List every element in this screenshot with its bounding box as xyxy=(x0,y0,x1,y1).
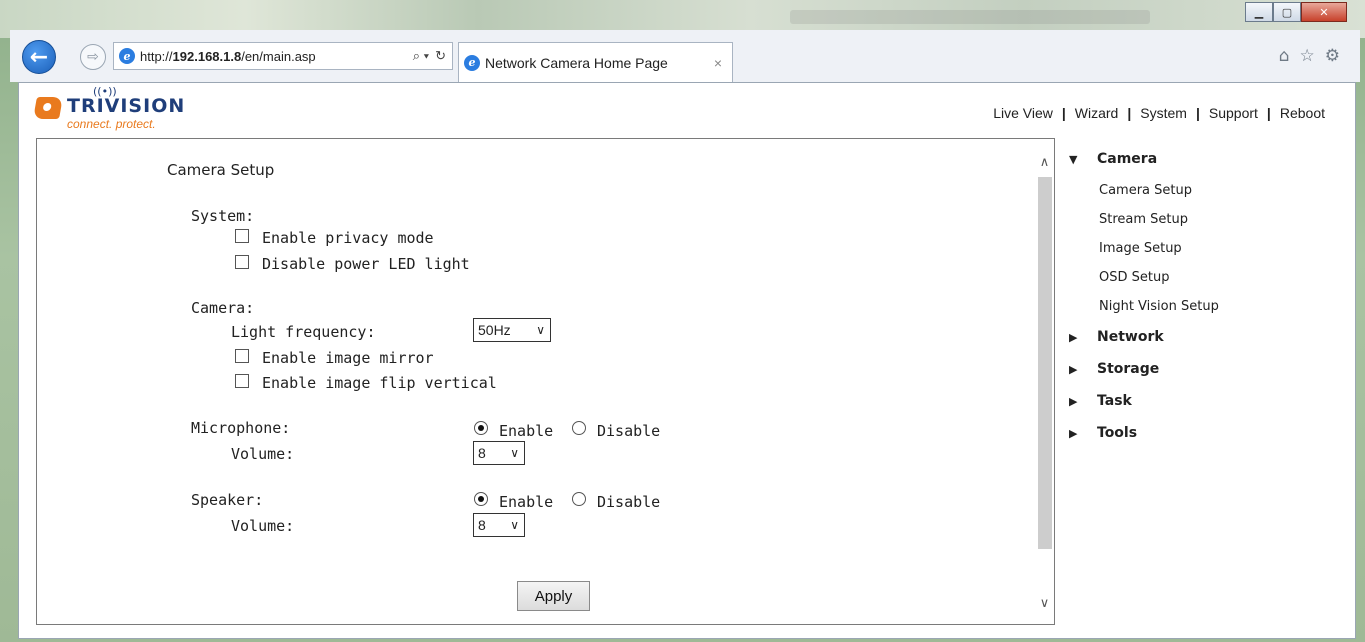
camera-setup-form: Camera Setup System: Enable privacy mode… xyxy=(37,139,1037,624)
brand-tagline: connect. protect. xyxy=(67,117,156,131)
close-window-button[interactable]: ✕ xyxy=(1301,2,1347,22)
maximize-button[interactable]: ▢ xyxy=(1273,2,1301,22)
image-flip-checkbox[interactable] xyxy=(235,374,249,388)
scroll-thumb[interactable] xyxy=(1038,177,1052,549)
image-mirror-checkbox[interactable] xyxy=(235,349,249,363)
back-button[interactable]: ← xyxy=(22,40,56,74)
speaker-section-label: Speaker: xyxy=(191,491,264,509)
sidebar-item-image-setup[interactable]: Image Setup xyxy=(1099,241,1182,256)
background-window-title xyxy=(790,10,1150,24)
apply-button[interactable]: Apply xyxy=(517,581,590,611)
collapsed-arrow-icon: ▶ xyxy=(1069,362,1078,376)
ie-logo-icon: e xyxy=(119,48,135,64)
microphone-disable-label: Disable xyxy=(597,422,661,440)
ie-tab-icon: e xyxy=(464,54,480,71)
microphone-enable-radio[interactable] xyxy=(474,421,488,435)
nav-separator: | xyxy=(1266,105,1271,121)
power-led-label: Disable power LED light xyxy=(262,255,470,273)
page-viewport: ((•)) TRIVISION connect. protect. Live V… xyxy=(18,82,1356,639)
refresh-icon[interactable]: ↻ xyxy=(435,48,446,64)
sidebar-section-task[interactable]: ▶ Task xyxy=(1069,393,1132,409)
microphone-volume-value: 8 xyxy=(478,445,486,461)
speaker-volume-select[interactable]: 8 ∨ xyxy=(473,513,525,537)
chevron-down-icon: ∨ xyxy=(510,518,519,532)
scroll-up-icon[interactable]: ∧ xyxy=(1035,151,1054,173)
address-bar[interactable]: e http://192.168.1.8/en/main.asp ⌕ ▾ ↻ xyxy=(113,42,453,70)
image-flip-label: Enable image flip vertical xyxy=(262,374,497,392)
sidebar-section-label: Tools xyxy=(1097,425,1138,441)
sidebar-item-night-vision-setup[interactable]: Night Vision Setup xyxy=(1099,299,1219,314)
nav-live-view[interactable]: Live View xyxy=(993,105,1053,121)
microphone-disable-radio[interactable] xyxy=(572,421,586,435)
sidebar-item-camera-setup[interactable]: Camera Setup xyxy=(1099,183,1192,198)
url-prefix: http:// xyxy=(140,48,173,64)
chevron-down-icon: ∨ xyxy=(510,446,519,460)
sidebar-section-label: Storage xyxy=(1097,361,1160,377)
microphone-section-label: Microphone: xyxy=(191,419,291,437)
sidebar-section-label: Task xyxy=(1097,393,1132,409)
collapsed-arrow-icon: ▶ xyxy=(1069,426,1078,440)
browser-chrome: ← ⇨ e http://192.168.1.8/en/main.asp ⌕ ▾… xyxy=(10,30,1360,82)
microphone-volume-label: Volume: xyxy=(231,445,295,463)
sidebar-section-label: Network xyxy=(1097,329,1164,345)
microphone-enable-label: Enable xyxy=(499,422,554,440)
nav-support[interactable]: Support xyxy=(1209,105,1258,121)
speaker-volume-label: Volume: xyxy=(231,517,295,535)
sidebar-section-network[interactable]: ▶ Network xyxy=(1069,329,1164,345)
chevron-down-icon: ∨ xyxy=(536,323,545,337)
tab-network-camera[interactable]: e Network Camera Home Page × xyxy=(458,42,733,82)
speaker-disable-label: Disable xyxy=(597,493,661,511)
speaker-disable-radio[interactable] xyxy=(572,492,586,506)
sidebar-item-stream-setup[interactable]: Stream Setup xyxy=(1099,212,1188,227)
brand-name: TRIVISION xyxy=(67,95,186,117)
light-frequency-value: 50Hz xyxy=(478,322,511,338)
collapsed-arrow-icon: ▶ xyxy=(1069,394,1078,408)
nav-separator: | xyxy=(1195,105,1200,121)
power-led-checkbox[interactable] xyxy=(235,255,249,269)
trivision-logo-icon xyxy=(33,97,63,119)
chrome-toolbar-icons: ⌂ ☆ ⚙ xyxy=(1279,46,1340,66)
content-scrollbar[interactable]: ∧ ∨ xyxy=(1035,139,1054,624)
forward-button[interactable]: ⇨ xyxy=(80,44,106,70)
sidebar-section-storage[interactable]: ▶ Storage xyxy=(1069,361,1159,377)
nav-separator: | xyxy=(1061,105,1066,121)
sidebar-section-camera[interactable]: ▼ Camera xyxy=(1069,151,1157,167)
microphone-volume-select[interactable]: 8 ∨ xyxy=(473,441,525,465)
privacy-mode-checkbox[interactable] xyxy=(235,229,249,243)
top-navigation: Live View | Wizard | System | Support | … xyxy=(993,105,1325,121)
address-tools: ⌕ ▾ ↻ xyxy=(413,48,446,64)
search-icon[interactable]: ⌕ ▾ xyxy=(413,48,429,64)
speaker-enable-label: Enable xyxy=(499,493,554,511)
sidebar-section-label: Camera xyxy=(1097,151,1158,167)
nav-wizard[interactable]: Wizard xyxy=(1075,105,1119,121)
light-frequency-select[interactable]: 50Hz ∨ xyxy=(473,318,551,342)
nav-reboot[interactable]: Reboot xyxy=(1280,105,1325,121)
expanded-arrow-icon: ▼ xyxy=(1069,152,1078,166)
page-title: Camera Setup xyxy=(167,161,275,179)
site-header: ((•)) TRIVISION connect. protect. Live V… xyxy=(19,83,1355,135)
sidebar-item-osd-setup[interactable]: OSD Setup xyxy=(1099,270,1169,285)
url-path: /en/main.asp xyxy=(241,48,316,64)
image-mirror-label: Enable image mirror xyxy=(262,349,434,367)
minimize-button[interactable]: ▁ xyxy=(1245,2,1273,22)
speaker-enable-radio[interactable] xyxy=(474,492,488,506)
tab-title: Network Camera Home Page xyxy=(485,54,668,71)
speaker-volume-value: 8 xyxy=(478,517,486,533)
system-section-label: System: xyxy=(191,207,255,225)
scroll-down-icon[interactable]: ∨ xyxy=(1035,592,1054,614)
tab-close-icon[interactable]: × xyxy=(714,55,722,71)
privacy-mode-label: Enable privacy mode xyxy=(262,229,434,247)
nav-system[interactable]: System xyxy=(1140,105,1187,121)
content-frame: Camera Setup System: Enable privacy mode… xyxy=(36,138,1055,625)
nav-separator: | xyxy=(1127,105,1132,121)
camera-section-label: Camera: xyxy=(191,299,255,317)
favorites-star-icon[interactable]: ☆ xyxy=(1300,46,1315,66)
home-icon[interactable]: ⌂ xyxy=(1279,46,1290,66)
url-host: 192.168.1.8 xyxy=(172,48,242,64)
settings-gear-icon[interactable]: ⚙ xyxy=(1325,46,1340,66)
sidebar-section-tools[interactable]: ▶ Tools xyxy=(1069,425,1137,441)
collapsed-arrow-icon: ▶ xyxy=(1069,330,1078,344)
window-controls: ▁ ▢ ✕ xyxy=(1245,2,1347,24)
light-frequency-label: Light frequency: xyxy=(231,323,376,341)
